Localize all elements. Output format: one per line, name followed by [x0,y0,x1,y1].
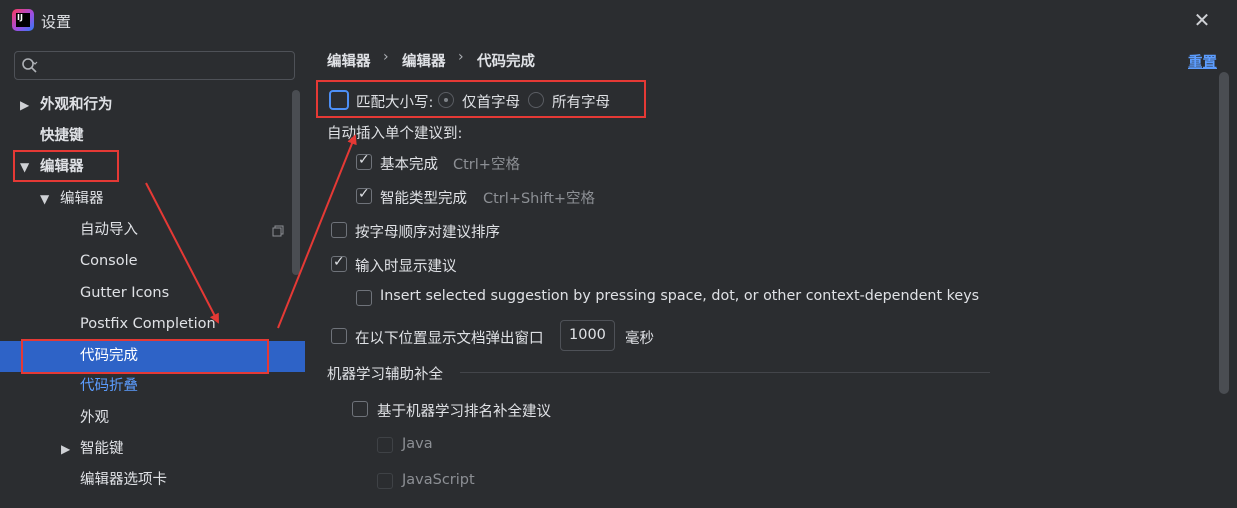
annotation-arrow-down [145,182,219,324]
annotation-arrows [145,134,357,329]
annotation-arrow-up [277,134,357,329]
